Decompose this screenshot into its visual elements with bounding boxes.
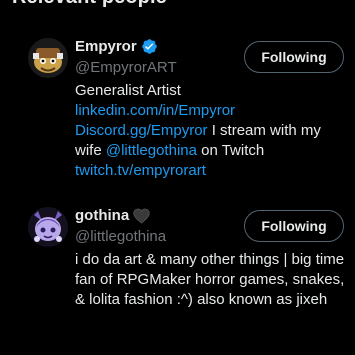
name-row: Empyror [75, 38, 158, 55]
bio-text: on Twitch [196, 142, 265, 159]
verified-badge-icon [141, 38, 158, 55]
avatar-image-icon [28, 207, 68, 247]
following-button[interactable]: Following [244, 41, 344, 73]
bio-text: I stream with my [207, 122, 321, 139]
user-bio: i do da art & many other things | big ti… [75, 251, 345, 308]
linkedin-link[interactable]: linkedin.com/in/Empyror [75, 102, 235, 119]
display-name[interactable]: Empyror [75, 38, 137, 55]
display-name[interactable]: gothina [75, 207, 129, 224]
twitch-link[interactable]: twitch.tv/empyrorart [75, 162, 206, 179]
avatar[interactable] [28, 38, 68, 78]
bio-text: wife [75, 142, 106, 159]
bio-line: Generalist Artist [75, 82, 181, 99]
user-handle: @littlegothina [75, 228, 167, 245]
avatar-image-icon [28, 38, 68, 78]
user-bio: Generalist Artist linkedin.com/in/Empyro… [75, 81, 347, 181]
black-heart-icon [133, 208, 150, 224]
user-handle: @EmpyrorART [75, 59, 177, 76]
name-row: gothina [75, 207, 150, 224]
avatar[interactable] [28, 207, 68, 247]
person-card-empyror[interactable]: Empyror @EmpyrorART Following Generalist… [0, 0, 355, 190]
mention-link[interactable]: @littlegothina [106, 142, 197, 159]
following-button[interactable]: Following [244, 210, 344, 242]
person-card-gothina[interactable]: gothina @littlegothina Following i do da… [0, 195, 355, 355]
discord-link[interactable]: Discord.gg/Empyror [75, 122, 208, 139]
